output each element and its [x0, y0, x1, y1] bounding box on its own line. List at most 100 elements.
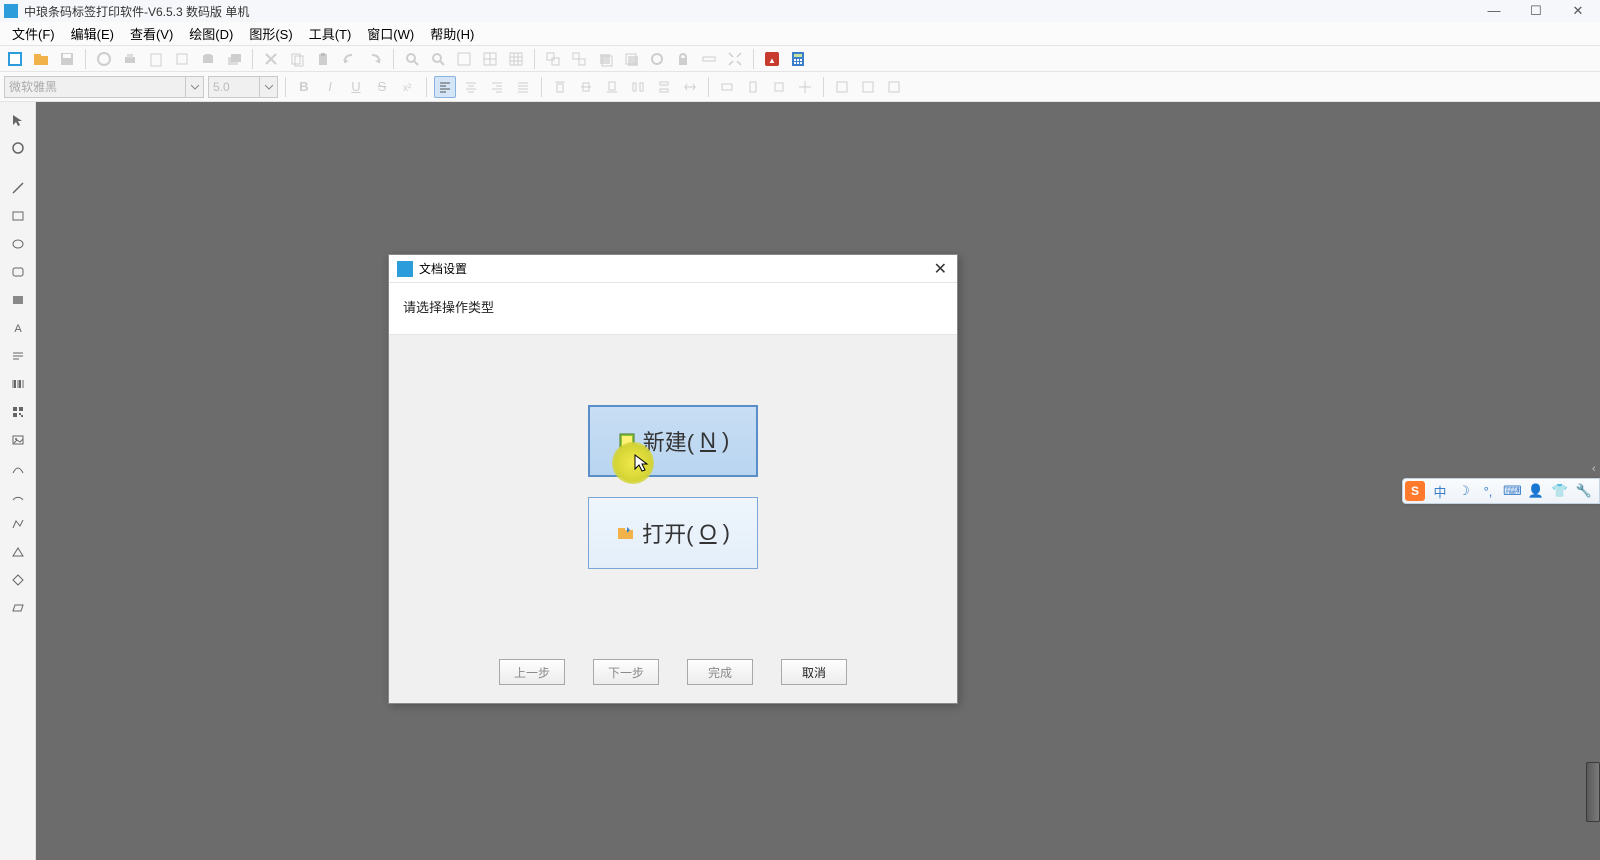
ime-toolbar[interactable]: S 中 ☽ °, ⌨ 👤 👕 🔧	[1402, 478, 1600, 504]
ruler-button[interactable]	[698, 48, 720, 70]
ungroup-button[interactable]	[568, 48, 590, 70]
scrollbar-thumb[interactable]	[1586, 762, 1600, 822]
superscript-button[interactable]: x²	[397, 76, 419, 98]
center-canvas-button[interactable]	[794, 76, 816, 98]
same-size-button[interactable]	[768, 76, 790, 98]
roundrect-tool[interactable]	[5, 260, 31, 284]
extra2-button[interactable]	[857, 76, 879, 98]
underline-button[interactable]: U	[345, 76, 367, 98]
align-right-button[interactable]	[486, 76, 508, 98]
calculator-button[interactable]	[787, 48, 809, 70]
ime-person-icon[interactable]: 👤	[1527, 483, 1545, 499]
image-tool[interactable]	[5, 428, 31, 452]
zoom-in-button[interactable]	[401, 48, 423, 70]
fit-button[interactable]	[453, 48, 475, 70]
canvas-area[interactable]: ‹ 文档设置 ✕ 请选择操作类型 新建(N)	[36, 102, 1600, 860]
arc-tool[interactable]	[5, 484, 31, 508]
menu-view[interactable]: 查看(V)	[122, 22, 181, 45]
paste-button[interactable]	[312, 48, 334, 70]
print-button[interactable]	[119, 48, 141, 70]
cancel-button[interactable]: 取消	[781, 659, 847, 685]
extra3-button[interactable]	[883, 76, 905, 98]
close-button[interactable]: ✕	[1566, 3, 1590, 19]
group-button[interactable]	[542, 48, 564, 70]
save-button[interactable]	[56, 48, 78, 70]
line-tool[interactable]	[5, 176, 31, 200]
parallelogram-tool[interactable]	[5, 596, 31, 620]
font-family-select[interactable]: 微软雅黑	[4, 76, 204, 98]
align-top-button[interactable]	[549, 76, 571, 98]
font-size-input[interactable]: 5.0	[208, 76, 278, 98]
doc-settings-button[interactable]	[171, 48, 193, 70]
richtext-tool[interactable]	[5, 344, 31, 368]
menu-help[interactable]: 帮助(H)	[422, 22, 482, 45]
redo-button[interactable]	[364, 48, 386, 70]
ime-settings-icon[interactable]: 🔧	[1575, 483, 1593, 499]
italic-button[interactable]: I	[319, 76, 341, 98]
ime-moon-icon[interactable]: ☽	[1455, 483, 1473, 499]
grid2-button[interactable]	[505, 48, 527, 70]
menu-window[interactable]: 窗口(W)	[359, 22, 422, 45]
menu-edit[interactable]: 编辑(E)	[63, 22, 122, 45]
polyline-tool[interactable]	[5, 512, 31, 536]
strike-button[interactable]: S	[371, 76, 393, 98]
bold-button[interactable]: B	[293, 76, 315, 98]
ime-keyboard-icon[interactable]: ⌨	[1503, 483, 1521, 499]
minimize-button[interactable]: —	[1482, 3, 1506, 19]
select-tool[interactable]	[5, 108, 31, 132]
ellipse-tool[interactable]	[5, 232, 31, 256]
pan-tool[interactable]	[5, 136, 31, 160]
rotate-button[interactable]	[646, 48, 668, 70]
triangle-tool[interactable]	[5, 540, 31, 564]
lock-button[interactable]	[672, 48, 694, 70]
pdf-button[interactable]: ▲	[761, 48, 783, 70]
barcode-tool[interactable]	[5, 372, 31, 396]
ime-lang[interactable]: 中	[1431, 482, 1449, 501]
canvas-expand-handle[interactable]: ‹	[1592, 462, 1600, 476]
maximize-button[interactable]: ☐	[1524, 3, 1548, 19]
align-justify-button[interactable]	[512, 76, 534, 98]
menu-tool[interactable]: 工具(T)	[301, 22, 360, 45]
align-center-button[interactable]	[460, 76, 482, 98]
copy-button[interactable]	[286, 48, 308, 70]
same-width-button[interactable]	[716, 76, 738, 98]
menu-draw[interactable]: 绘图(D)	[181, 22, 241, 45]
menu-file[interactable]: 文件(F)	[4, 22, 63, 45]
finish-button[interactable]: 完成	[687, 659, 753, 685]
open-document-button[interactable]: 打开(O)	[588, 497, 758, 569]
new-document-button[interactable]: 新建(N)	[588, 405, 758, 477]
cut-button[interactable]	[260, 48, 282, 70]
align-vcenter-button[interactable]	[575, 76, 597, 98]
menu-shape[interactable]: 图形(S)	[241, 22, 300, 45]
prev-button[interactable]: 上一步	[499, 659, 565, 685]
next-button[interactable]: 下一步	[593, 659, 659, 685]
curve-tool[interactable]	[5, 456, 31, 480]
send-back-button[interactable]	[620, 48, 642, 70]
filled-rect-tool[interactable]	[5, 288, 31, 312]
distribute-v-button[interactable]	[653, 76, 675, 98]
align-left-button[interactable]	[434, 76, 456, 98]
ime-skin-icon[interactable]: 👕	[1551, 483, 1569, 499]
same-height-button[interactable]	[742, 76, 764, 98]
grid-button[interactable]	[479, 48, 501, 70]
align-bottom-button[interactable]	[601, 76, 623, 98]
preview-button[interactable]	[145, 48, 167, 70]
refresh-button[interactable]	[93, 48, 115, 70]
new-doc-button[interactable]	[4, 48, 26, 70]
expand-button[interactable]	[724, 48, 746, 70]
text-tool[interactable]: A	[5, 316, 31, 340]
diamond-tool[interactable]	[5, 568, 31, 592]
dialog-close-button[interactable]: ✕	[909, 259, 949, 279]
extra1-button[interactable]	[831, 76, 853, 98]
database-button[interactable]	[197, 48, 219, 70]
layer-button[interactable]	[223, 48, 245, 70]
ime-punct-icon[interactable]: °,	[1479, 484, 1497, 499]
qrcode-tool[interactable]	[5, 400, 31, 424]
bring-front-button[interactable]	[594, 48, 616, 70]
undo-button[interactable]	[338, 48, 360, 70]
equal-width-button[interactable]	[679, 76, 701, 98]
zoom-out-button[interactable]	[427, 48, 449, 70]
distribute-h-button[interactable]	[627, 76, 649, 98]
rect-tool[interactable]	[5, 204, 31, 228]
open-doc-button[interactable]	[30, 48, 52, 70]
